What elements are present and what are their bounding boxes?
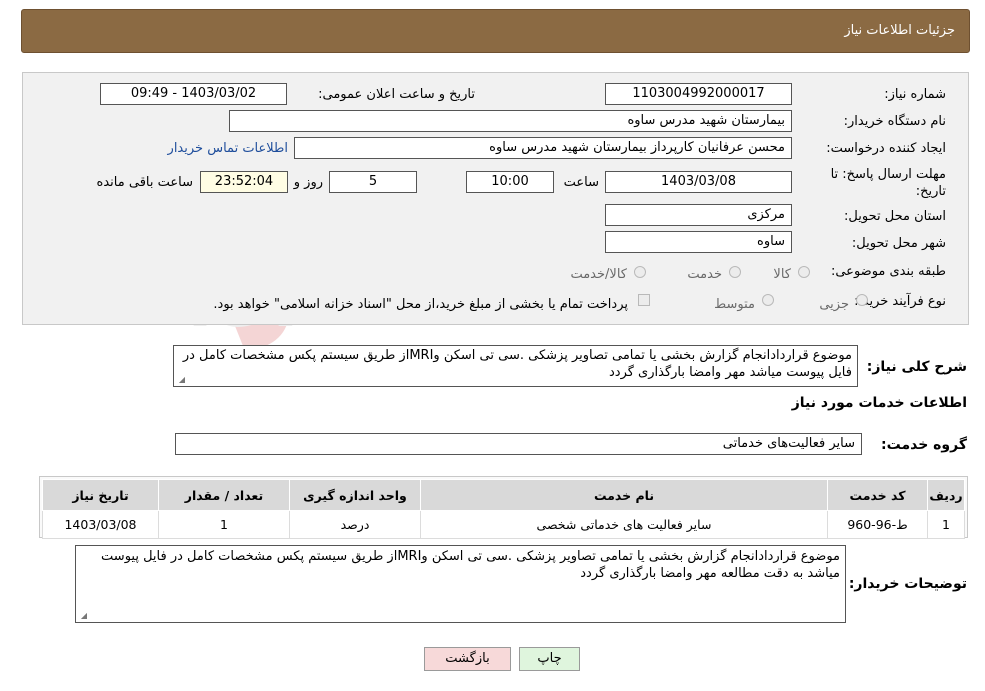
- cell-quantity: 1: [158, 510, 290, 539]
- services-heading: اطلاعات خدمات مورد نیاز: [791, 395, 967, 411]
- buyer-notes-textarea: موضوع قراردادانجام گزارش بخشی یا تمامی ت…: [75, 545, 846, 623]
- col-unit-header: واحد اندازه گیری: [289, 479, 421, 511]
- announce-label: تاریخ و ساعت اعلان عمومی:: [318, 87, 475, 102]
- process-label: نوع فرآیند خرید :: [854, 294, 946, 309]
- resize-handle-icon[interactable]: ◢: [79, 612, 87, 620]
- cell-unit: درصد: [289, 510, 421, 539]
- need-number-field: 1103004992000017: [605, 83, 792, 105]
- province-label: استان محل تحویل:: [844, 209, 946, 224]
- process-minor-label: جزیی: [819, 297, 849, 312]
- table-row: 1 ط-96-960 سایر فعالیت های خدماتی شخصی د…: [42, 510, 965, 539]
- deadline-time-label: ساعت: [563, 175, 599, 190]
- cell-service-code: ط-96-960: [827, 510, 928, 539]
- print-button[interactable]: چاپ: [519, 647, 580, 671]
- requester-field: محسن عرفانیان کارپرداز بیمارستان شهید مد…: [294, 137, 792, 159]
- details-panel: شماره نیاز: 1103004992000017 تاریخ و ساع…: [22, 72, 969, 325]
- deadline-days-field: 5: [329, 171, 417, 193]
- category-label: طبقه بندی موضوعی:: [830, 264, 946, 279]
- summary-text: موضوع قراردادانجام گزارش بخشی یا تمامی ت…: [182, 348, 852, 380]
- col-code-header: کد خدمت: [827, 479, 928, 511]
- treasury-checkbox[interactable]: [638, 294, 650, 306]
- process-minor-radio[interactable]: [856, 294, 868, 306]
- service-group-label: گروه خدمت:: [881, 437, 967, 453]
- col-date-header: تاریخ نیاز: [42, 479, 159, 511]
- services-table-container: ردیف کد خدمت نام خدمت واحد اندازه گیری ت…: [39, 476, 968, 539]
- services-table: ردیف کد خدمت نام خدمت واحد اندازه گیری ت…: [42, 479, 965, 539]
- city-label: شهر محل تحویل:: [851, 236, 946, 251]
- cell-row-number: 1: [927, 510, 965, 539]
- page-header: جزئیات اطلاعات نیاز: [21, 9, 970, 53]
- deadline-date-field: 1403/03/08: [605, 171, 792, 193]
- deadline-label-date: تاریخ:: [915, 184, 946, 199]
- cell-service-name: سایر فعالیت های خدماتی شخصی: [420, 510, 828, 539]
- need-number-label: شماره نیاز:: [884, 87, 946, 102]
- days-label: روز و: [293, 175, 323, 190]
- requester-label: ایجاد کننده درخواست:: [826, 141, 946, 156]
- buyer-org-label: نام دستگاه خریدار:: [843, 114, 946, 129]
- category-goods-service-radio[interactable]: [634, 266, 646, 278]
- treasury-note: پرداخت تمام یا بخشی از مبلغ خرید،از محل …: [213, 297, 628, 312]
- col-row-header: ردیف: [927, 479, 965, 511]
- city-field: ساوه: [605, 231, 792, 253]
- remaining-label: ساعت باقی مانده: [96, 175, 193, 190]
- resize-handle-icon[interactable]: ◢: [177, 376, 185, 384]
- deadline-label: مهلت ارسال پاسخ: تا: [830, 167, 946, 182]
- col-qty-header: تعداد / مقدار: [158, 479, 290, 511]
- table-header-row: ردیف کد خدمت نام خدمت واحد اندازه گیری ت…: [42, 479, 965, 511]
- remaining-time-field: 23:52:04: [200, 171, 288, 193]
- buyer-notes-text: موضوع قراردادانجام گزارش بخشی یا تمامی ت…: [101, 549, 840, 581]
- page-title: جزئیات اطلاعات نیاز: [844, 23, 955, 38]
- deadline-time-field: 10:00: [466, 171, 554, 193]
- summary-label: شرح کلی نیاز:: [866, 359, 967, 375]
- buyer-notes-label: توضیحات خریدار:: [848, 576, 967, 592]
- summary-textarea: موضوع قراردادانجام گزارش بخشی یا تمامی ت…: [173, 345, 858, 387]
- announce-field: 1403/03/02 - 09:49: [100, 83, 287, 105]
- col-name-header: نام خدمت: [420, 479, 828, 511]
- service-group-field: سایر فعالیت‌های خدماتی: [175, 433, 862, 455]
- category-goods-radio[interactable]: [798, 266, 810, 278]
- back-button[interactable]: بازگشت: [424, 647, 511, 671]
- province-field: مرکزی: [605, 204, 792, 226]
- category-service-radio[interactable]: [729, 266, 741, 278]
- cell-need-date: 1403/03/08: [42, 510, 159, 539]
- category-goods-label: کالا: [773, 267, 791, 282]
- process-medium-radio[interactable]: [762, 294, 774, 306]
- process-medium-label: متوسط: [714, 297, 755, 312]
- buyer-org-field: بیمارستان شهید مدرس ساوه: [229, 110, 792, 132]
- buyer-contact-link[interactable]: اطلاعات تماس خریدار: [168, 141, 288, 156]
- category-service-label: خدمت: [687, 267, 722, 282]
- category-goods-service-label: کالا/خدمت: [570, 267, 627, 282]
